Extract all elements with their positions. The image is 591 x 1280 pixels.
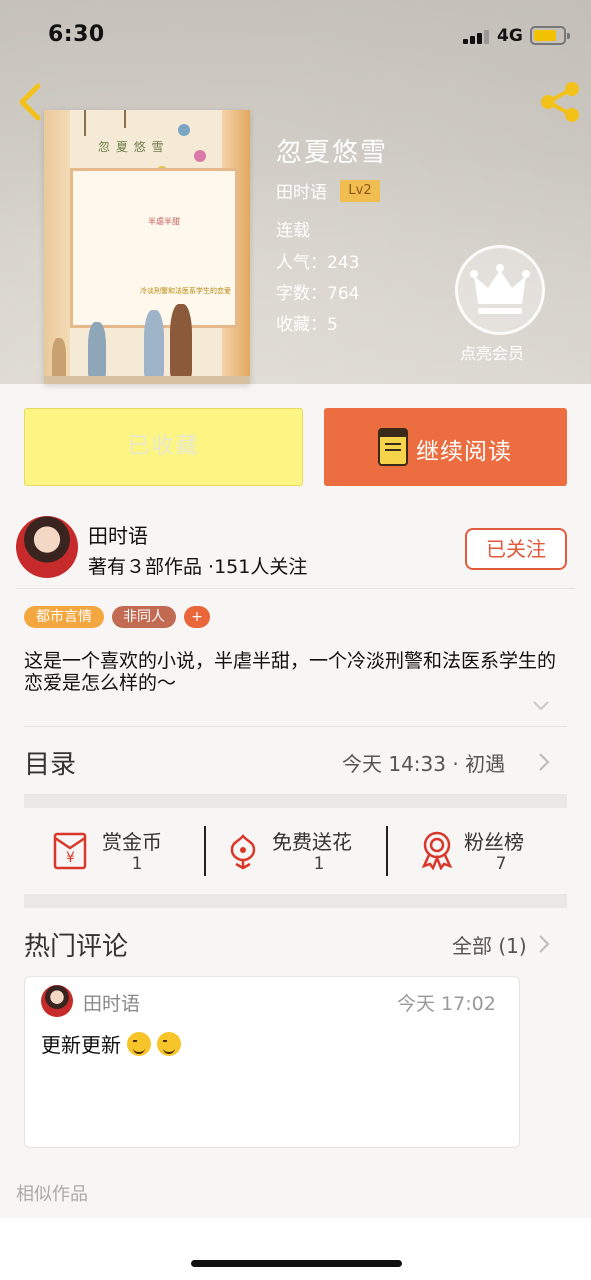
hot-comments-label: 热门评论 [24,932,129,962]
tag-genre[interactable]: 都市言情 [24,606,104,628]
divider [24,726,567,727]
wink-emoji-icon [127,1032,151,1056]
share-icon [541,82,579,122]
signal-icon [463,30,491,44]
commenter-avatar[interactable] [41,985,73,1017]
book-description: 这是一个喜欢的小说，半虐半甜，一个冷淡刑警和法医系学生的恋爱是怎么样的～ [24,650,557,694]
medal-icon[interactable] [416,828,458,870]
chevron-left-icon [19,83,41,121]
similar-works-list [0,1218,591,1280]
reward-coins-label[interactable]: 赏金币 [102,826,162,855]
book-title: 忽夏悠雪 [276,138,389,168]
fan-ranking-count: 7 [495,854,507,874]
book-status: 连载 [276,221,310,241]
section-band [24,894,567,908]
stat-separator [204,826,206,876]
toc-latest-chapter[interactable]: 今天 14:33 · 初遇 [342,748,505,777]
cover-title: 忽 夏 悠 雪 [98,140,165,154]
tag-type[interactable]: 非同人 [112,606,176,628]
book-favorites: 收藏：5 [276,315,338,335]
flower-icon[interactable] [222,828,264,870]
author-name[interactable]: 田时语 [88,520,148,549]
network-type: 4G [497,26,523,46]
status-bar: 6:30 4G [0,0,591,70]
free-flowers-count: 1 [313,854,325,874]
home-indicator[interactable] [191,1260,402,1267]
back-button[interactable] [12,80,48,124]
chevron-right-icon[interactable] [538,752,550,772]
level-badge: Lv2 [340,180,380,202]
svg-text:¥: ¥ [66,850,75,866]
section-band [24,794,567,808]
divider [16,588,575,589]
author-avatar[interactable] [16,516,78,578]
vip-label[interactable]: 点亮会员 [460,340,524,364]
free-flowers-label[interactable]: 免费送花 [272,826,352,855]
follow-button[interactable]: 已关注 [465,528,567,570]
vip-button[interactable] [455,245,545,335]
reward-coins-count: 1 [131,854,143,874]
cover-tagline: 冷淡刑警和法医系学生的恋爱 [140,287,231,295]
comment-card[interactable]: 田时语 今天 17:02 更新更新 [24,976,520,1148]
stat-separator [386,826,388,876]
author-meta: 著有３部作品 ·151人关注 [88,556,308,578]
crown-icon [470,264,530,314]
battery-icon [530,26,570,45]
comment-body: 更新更新 [41,1033,121,1057]
similar-works-label: 相似作品 [16,1184,88,1205]
wink-emoji-icon [157,1032,181,1056]
continue-reading-button[interactable]: 继续阅读 [324,408,567,486]
share-button[interactable] [536,80,584,124]
chevron-right-icon[interactable] [538,934,550,954]
book-word-count: 字数：764 [276,284,360,304]
all-comments-link[interactable]: 全部 (1) [452,930,527,959]
cover-subtitle: 半虐半甜 [148,217,180,226]
status-time: 6:30 [48,22,105,47]
book-popularity: 人气：243 [276,253,360,273]
comment-text: 更新更新 [41,1029,181,1058]
add-tag-button[interactable]: + [184,606,210,628]
continue-reading-label: 继续阅读 [416,439,512,465]
red-envelope-icon[interactable]: ¥ [52,828,94,870]
chevron-down-icon[interactable] [532,700,550,712]
collected-button[interactable]: 已收藏 [24,408,303,486]
comment-time: 今天 17:02 [397,993,496,1015]
book-icon [378,428,408,466]
toc-label[interactable]: 目录 [24,744,76,781]
book-author[interactable]: 田时语 [276,178,327,203]
commenter-name[interactable]: 田时语 [83,989,140,1016]
fan-ranking-label[interactable]: 粉丝榜 [464,826,524,855]
book-cover[interactable]: 忽 夏 悠 雪 半虐半甜 冷淡刑警和法医系学生的恋爱 [44,110,250,384]
